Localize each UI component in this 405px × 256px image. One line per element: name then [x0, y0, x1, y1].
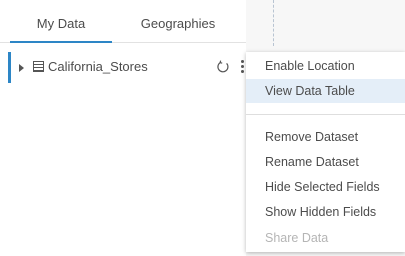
menu-item-show-hidden-fields[interactable]: Show Hidden Fields: [246, 200, 405, 224]
data-panel: My Data Geographies California_Stores: [0, 0, 246, 256]
menu-separator: [246, 114, 405, 115]
dataset-row[interactable]: California_Stores: [8, 52, 249, 83]
expand-caret-icon[interactable]: [19, 64, 24, 72]
menu-item-remove-dataset[interactable]: Remove Dataset: [246, 125, 405, 149]
table-icon: [33, 61, 44, 72]
menu-item-enable-location[interactable]: Enable Location: [246, 54, 405, 78]
refresh-icon[interactable]: [216, 60, 230, 74]
drop-zone-divider: [273, 0, 274, 46]
tab-geographies[interactable]: Geographies: [130, 0, 226, 42]
menu-item-share-data: Share Data: [265, 231, 329, 245]
dataset-name: California_Stores: [48, 59, 148, 74]
tab-my-data[interactable]: My Data: [10, 0, 112, 43]
kebab-menu-icon[interactable]: [239, 60, 245, 76]
dataset-context-menu: Enable Location View Data Table Remove D…: [246, 52, 405, 252]
panel-tabs: My Data Geographies: [0, 0, 246, 43]
menu-item-rename-dataset[interactable]: Rename Dataset: [246, 150, 405, 174]
menu-item-view-data-table[interactable]: View Data Table: [246, 79, 405, 103]
menu-item-hide-selected-fields[interactable]: Hide Selected Fields: [246, 175, 405, 199]
